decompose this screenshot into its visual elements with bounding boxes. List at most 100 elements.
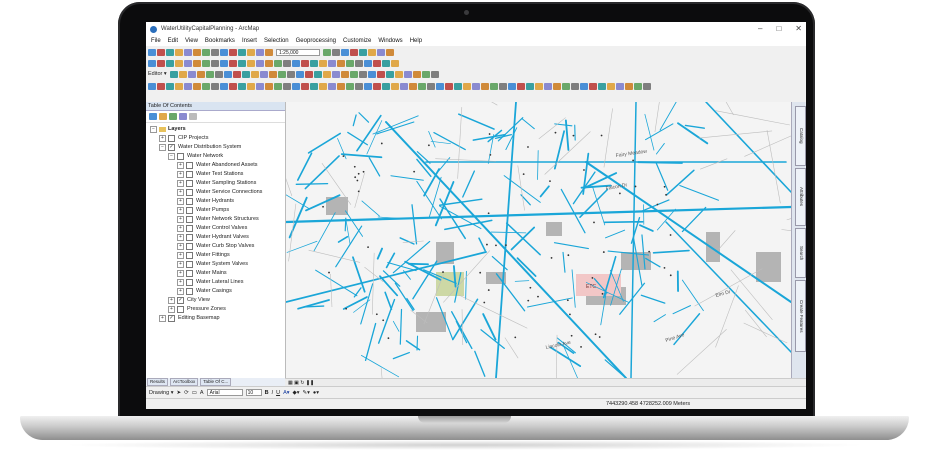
- toolbar-tool-icon[interactable]: [340, 70, 349, 78]
- toolbar-tool-icon[interactable]: [430, 70, 439, 78]
- toc-layer-row[interactable]: − ✓ Water Distribution System: [159, 143, 241, 152]
- expand-icon[interactable]: +: [177, 171, 184, 178]
- toolbar-tool-icon[interactable]: [187, 70, 196, 78]
- toolbar-tool-icon[interactable]: [229, 59, 237, 67]
- toolbar-tool-icon[interactable]: [328, 82, 336, 90]
- toolbar-tool-icon[interactable]: [328, 59, 336, 67]
- toolbar-tool-icon[interactable]: [323, 48, 331, 56]
- expand-icon[interactable]: +: [177, 270, 184, 277]
- map-canvas[interactable]: Fairy MeadowFalcon DrETCLincoln AvePine …: [286, 102, 791, 378]
- list-by-source-icon[interactable]: [159, 113, 167, 120]
- expand-icon[interactable]: +: [177, 225, 184, 232]
- expand-icon[interactable]: +: [177, 180, 184, 187]
- tab-arctoolbox[interactable]: ArcToolbox: [170, 378, 199, 386]
- toolbar-tool-icon[interactable]: [418, 82, 426, 90]
- layer-visibility-checkbox[interactable]: [186, 279, 193, 286]
- bold-icon[interactable]: B: [265, 390, 269, 396]
- toolbar-tool-icon[interactable]: [427, 82, 435, 90]
- layer-visibility-checkbox[interactable]: [186, 243, 193, 250]
- toolbar-tool-icon[interactable]: [313, 70, 322, 78]
- expand-icon[interactable]: +: [177, 243, 184, 250]
- toc-layer-row[interactable]: + Water Service Connections: [177, 188, 262, 197]
- select-elements-icon[interactable]: ➤: [176, 390, 181, 396]
- toolbar-tool-icon[interactable]: [274, 82, 282, 90]
- toolbar-tool-icon[interactable]: [589, 82, 597, 90]
- toolbar-tool-icon[interactable]: [346, 82, 354, 90]
- toolbar-tool-icon[interactable]: [332, 48, 340, 56]
- toolbar-tool-icon[interactable]: [157, 59, 165, 67]
- toolbar-tool-icon[interactable]: [166, 48, 174, 56]
- toolbar-tool-icon[interactable]: [403, 70, 412, 78]
- toolbar-tool-icon[interactable]: [274, 59, 282, 67]
- toolbar-tool-icon[interactable]: [346, 59, 354, 67]
- font-select[interactable]: Arial: [206, 389, 243, 396]
- menu-file[interactable]: File: [151, 38, 161, 44]
- font-color-icon[interactable]: A▾: [283, 390, 289, 396]
- layer-visibility-checkbox[interactable]: [186, 171, 193, 178]
- maximize-button[interactable]: □: [776, 24, 781, 33]
- toc-layer-row[interactable]: + Water Lateral Lines: [177, 278, 244, 287]
- toc-layer-row[interactable]: + Water Pumps: [177, 206, 229, 215]
- toolbar-tool-icon[interactable]: [229, 48, 237, 56]
- layer-visibility-checkbox[interactable]: [186, 270, 193, 277]
- tab-table-of-contents[interactable]: Table Of C...: [200, 378, 232, 386]
- toolbar-tool-icon[interactable]: [175, 82, 183, 90]
- toolbar-tool-icon[interactable]: [580, 82, 588, 90]
- toolbar-tool-icon[interactable]: [283, 59, 291, 67]
- toolbar-tool-icon[interactable]: [341, 48, 349, 56]
- toolbar-tool-icon[interactable]: [319, 82, 327, 90]
- toolbar-tool-icon[interactable]: [616, 82, 624, 90]
- toolbar-tool-icon[interactable]: [202, 48, 210, 56]
- toolbar-tool-icon[interactable]: [193, 59, 201, 67]
- expand-icon[interactable]: +: [177, 216, 184, 223]
- toolbar-tool-icon[interactable]: [526, 82, 534, 90]
- line-color-icon[interactable]: ✎▾: [303, 390, 310, 396]
- toolbar-tool-icon[interactable]: [625, 82, 633, 90]
- layer-visibility-checkbox[interactable]: [177, 153, 184, 160]
- toolbar-tool-icon[interactable]: [535, 82, 543, 90]
- drawing-menu[interactable]: Drawing ▾: [149, 390, 173, 396]
- toc-layer-row[interactable]: + Water Test Stations: [177, 170, 243, 179]
- layer-visibility-checkbox[interactable]: [186, 234, 193, 241]
- toolbar-tool-icon[interactable]: [157, 48, 165, 56]
- options-icon[interactable]: [189, 113, 197, 120]
- rotate-icon[interactable]: ⟳: [184, 390, 189, 396]
- toolbar-tool-icon[interactable]: [286, 70, 295, 78]
- toolbar-tool-icon[interactable]: [386, 48, 394, 56]
- minimize-button[interactable]: –: [758, 24, 762, 33]
- toc-layer-row[interactable]: + Water Control Valves: [177, 224, 247, 233]
- toolbar-tool-icon[interactable]: [364, 59, 372, 67]
- toolbar-tool-icon[interactable]: [377, 48, 385, 56]
- toolbar-tool-icon[interactable]: [355, 82, 363, 90]
- layer-visibility-checkbox[interactable]: [186, 225, 193, 232]
- toolbar-tool-icon[interactable]: [517, 82, 525, 90]
- toolbar-tool-icon[interactable]: [349, 70, 358, 78]
- toolbar-tool-icon[interactable]: [247, 48, 255, 56]
- toolbar-tool-icon[interactable]: [157, 82, 165, 90]
- toolbar-tool-icon[interactable]: [196, 70, 205, 78]
- toc-layer-row[interactable]: + ✓ Editing Basemap: [159, 314, 220, 323]
- toolbar-tool-icon[interactable]: [265, 82, 273, 90]
- toolbar-tool-icon[interactable]: [322, 70, 331, 78]
- toolbar-tool-icon[interactable]: [247, 82, 255, 90]
- toolbar-tool-icon[interactable]: [283, 82, 291, 90]
- toolbar-tool-icon[interactable]: [499, 82, 507, 90]
- toolbar-tool-icon[interactable]: [304, 70, 313, 78]
- toolbar-tool-icon[interactable]: [367, 70, 376, 78]
- collapse-icon[interactable]: −: [159, 144, 166, 151]
- expand-icon[interactable]: +: [177, 189, 184, 196]
- list-by-drawing-order-icon[interactable]: [149, 113, 157, 120]
- layer-visibility-checkbox[interactable]: [186, 216, 193, 223]
- toolbar-tool-icon[interactable]: [544, 82, 552, 90]
- toc-layer-row[interactable]: − Water Network: [168, 152, 223, 161]
- editor-menu[interactable]: Editor ▾: [148, 71, 167, 77]
- toolbar-tool-icon[interactable]: [373, 82, 381, 90]
- toolbar-tool-icon[interactable]: [292, 82, 300, 90]
- toolbar-tool-icon[interactable]: [292, 59, 300, 67]
- toolbar-tool-icon[interactable]: [259, 70, 268, 78]
- toolbar-tool-icon[interactable]: [166, 82, 174, 90]
- layer-visibility-checkbox[interactable]: [177, 306, 184, 313]
- toolbar-tool-icon[interactable]: [265, 59, 273, 67]
- toolbar-tool-icon[interactable]: [184, 82, 192, 90]
- toolbar-tool-icon[interactable]: [634, 82, 642, 90]
